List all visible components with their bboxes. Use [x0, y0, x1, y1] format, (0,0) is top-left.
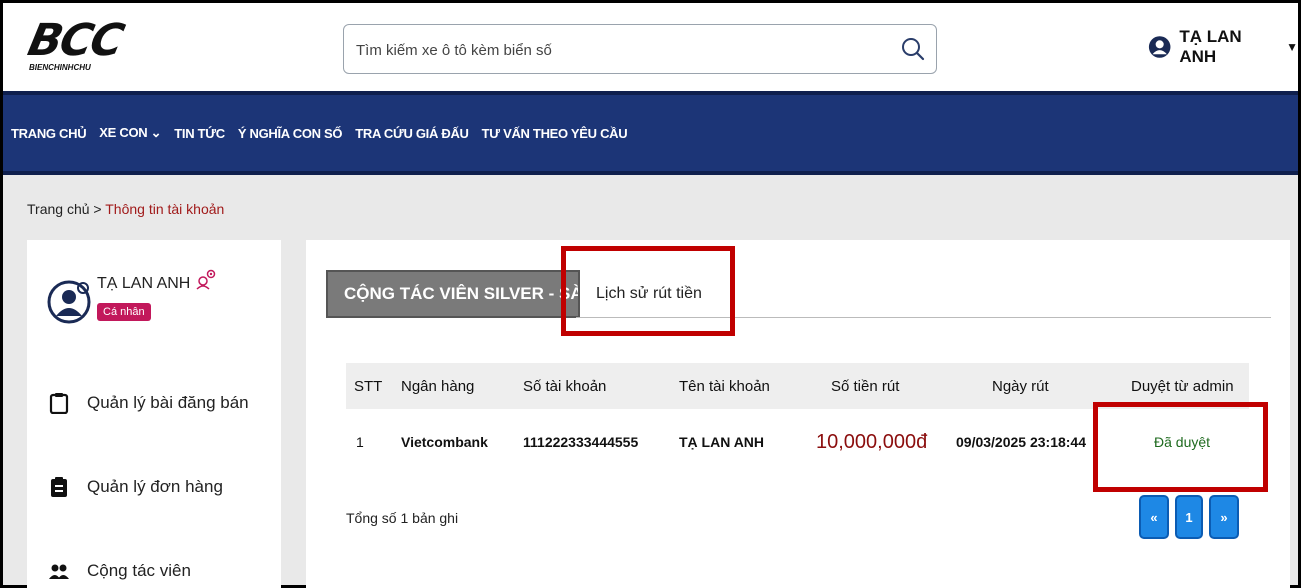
- sidebar-item-label: Quản lý đơn hàng: [87, 477, 223, 496]
- cell-date: 09/03/2025 23:18:44: [956, 434, 1086, 450]
- avatar: [47, 280, 91, 324]
- nav-item-xe-con[interactable]: XE CON ⌄: [99, 125, 161, 141]
- highlight-box-tab: [561, 246, 735, 336]
- nav-item-tu-van[interactable]: TƯ VẤN THEO YÊU CẦU: [482, 126, 628, 141]
- cell-amount: 10,000,000đ: [816, 430, 928, 453]
- sidebar-user-name: TẠ LAN ANH: [97, 275, 191, 292]
- chevron-down-icon[interactable]: ▼: [1286, 40, 1298, 54]
- clipboard-list-icon: [51, 477, 67, 497]
- search-input[interactable]: [356, 38, 876, 62]
- column-header: Ngân hàng: [401, 377, 475, 395]
- page-1-button[interactable]: 1: [1175, 495, 1203, 539]
- sidebar-item-collaborators[interactable]: Cộng tác viên: [49, 560, 191, 582]
- breadcrumb-current: Thông tin tài khoản: [105, 201, 225, 217]
- main-content: CỘNG TÁC VIÊN SILVER - SÀN Lịch sử rút t…: [306, 240, 1290, 588]
- column-header: Số tài khoản: [523, 377, 607, 395]
- column-header: Số tiền rút: [831, 377, 900, 395]
- pagination: « 1 »: [1139, 495, 1239, 539]
- nav-item-y-nghia-con-so[interactable]: Ý NGHĨA CON SỐ: [238, 126, 343, 141]
- column-header: Ngày rút: [992, 377, 1049, 395]
- record-count: Tổng số 1 bản ghi: [346, 510, 459, 526]
- logo-mark: BCC: [23, 15, 127, 66]
- user-menu-name: TẠ LAN ANH: [1179, 27, 1242, 66]
- breadcrumb-home[interactable]: Trang chủ: [27, 201, 90, 217]
- sidebar: TẠ LAN ANH Cá nhân Quản lý bài đăng bán …: [27, 240, 281, 588]
- top-header: BCC BIENCHINHCHU TẠ LAN ANH ▼: [3, 3, 1298, 91]
- nav-item-trang-chu[interactable]: TRANG CHỦ: [11, 126, 87, 141]
- prev-page-button[interactable]: «: [1139, 495, 1169, 539]
- search-icon[interactable]: [900, 36, 926, 62]
- highlight-box-status: [1093, 402, 1268, 492]
- sidebar-item-orders[interactable]: Quản lý đơn hàng: [49, 476, 223, 498]
- column-header: STT: [354, 377, 383, 395]
- search-box: [343, 24, 937, 74]
- cell-account-holder: TẠ LAN ANH: [679, 434, 765, 450]
- cell-bank: Vietcombank: [401, 434, 488, 450]
- cell-stt: 1: [356, 434, 364, 450]
- breadcrumb: Trang chủ > Thông tin tài khoản: [27, 201, 224, 217]
- logo[interactable]: BCC BIENCHINHCHU: [24, 15, 149, 79]
- breadcrumb-separator: >: [93, 201, 102, 217]
- main-nav: TRANG CHỦ XE CON ⌄ TIN TỨC Ý NGHĨA CON S…: [3, 91, 1298, 175]
- sidebar-item-label: Quản lý bài đăng bán: [87, 393, 249, 412]
- users-icon: [49, 564, 69, 579]
- sidebar-item-posts[interactable]: Quản lý bài đăng bán: [49, 392, 249, 414]
- user-circle-icon: [1148, 36, 1171, 58]
- sidebar-item-label: Cộng tác viên: [87, 561, 191, 580]
- nav-item-tra-cuu-gia-dau[interactable]: TRA CỨU GIÁ ĐẤU: [355, 126, 469, 141]
- user-settings-icon[interactable]: [195, 268, 217, 290]
- tab-collaborator[interactable]: CỘNG TÁC VIÊN SILVER - SÀN: [326, 270, 580, 318]
- account-type-badge: Cá nhân: [97, 303, 151, 321]
- cell-account-number: 111222333444555: [523, 434, 639, 450]
- next-page-button[interactable]: »: [1209, 495, 1239, 539]
- column-header: Tên tài khoản: [679, 377, 770, 395]
- nav-item-tin-tuc[interactable]: TIN TỨC: [174, 126, 225, 141]
- clipboard-icon: [49, 393, 69, 414]
- user-menu[interactable]: TẠ LAN ANH ▼: [1148, 27, 1298, 67]
